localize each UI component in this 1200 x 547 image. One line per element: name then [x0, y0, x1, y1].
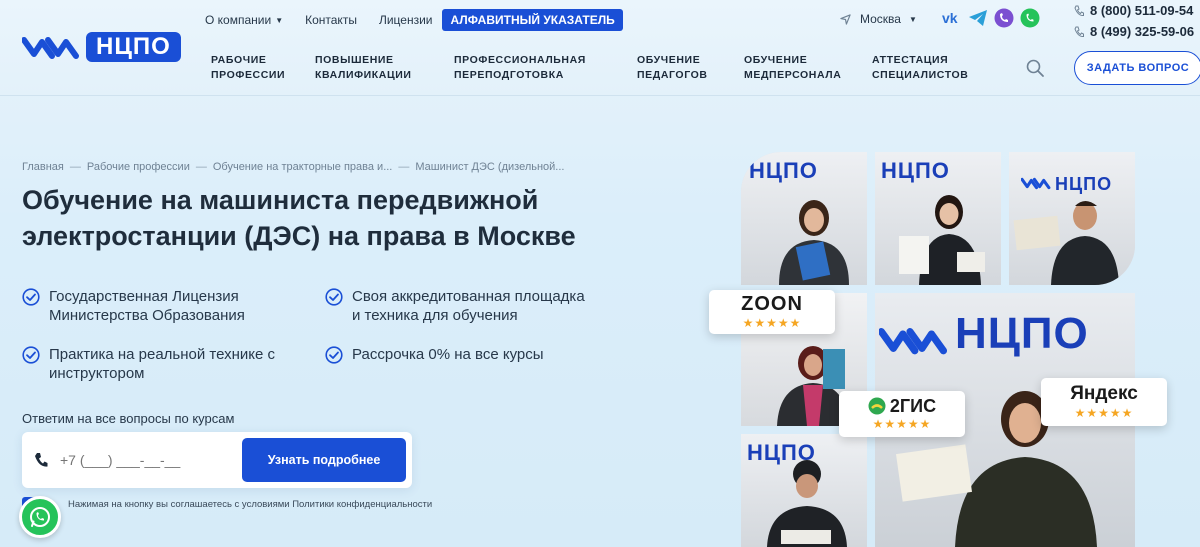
- social-links: vk: [942, 8, 1040, 28]
- telegram-icon[interactable]: [968, 8, 988, 28]
- 2gis-icon: [868, 397, 886, 415]
- breadcrumb-current: Машинист ДЭС (дизельной...: [415, 161, 565, 173]
- wall-logo: НЦПО: [955, 309, 1089, 358]
- breadcrumb-separator: —: [69, 161, 81, 173]
- consent-row: Нажимая на кнопку вы соглашаетесь с усло…: [22, 497, 432, 511]
- yandex-logo: Яндекс: [1070, 383, 1138, 404]
- svg-text:vk: vk: [942, 11, 958, 25]
- vk-icon[interactable]: vk: [942, 8, 962, 28]
- breadcrumb-separator: —: [398, 161, 410, 173]
- wall-logo: НЦПО: [881, 158, 950, 183]
- feature-item: Государственная Лицензия Министерства Об…: [22, 287, 245, 325]
- city-label: Москва: [860, 12, 901, 26]
- nav-contacts[interactable]: Контакты: [305, 13, 357, 27]
- main-nav-medical[interactable]: Обучение медперсонала: [744, 53, 872, 83]
- photo-student-2: НЦПО: [875, 152, 1001, 285]
- student-photo: [779, 200, 849, 285]
- rating-stars: ★★★★★: [872, 417, 932, 431]
- feature-item: Практика на реальной технике с инструкто…: [22, 345, 275, 383]
- student-photo: [767, 460, 847, 547]
- logo-text: НЦПО: [86, 32, 181, 62]
- breadcrumb-working-professions[interactable]: Рабочие профессии: [87, 161, 190, 173]
- photo-student-3: НЦПО: [1009, 152, 1135, 285]
- location-arrow-icon: [840, 13, 851, 25]
- logo-mark-icon: [1021, 177, 1051, 190]
- phone-input[interactable]: [60, 448, 250, 472]
- phone-number-1: 8 (800) 511-09-54: [1090, 3, 1194, 18]
- check-circle-icon: [22, 346, 40, 364]
- city-selector[interactable]: Москва ▼: [840, 12, 917, 26]
- main-nav-qualification[interactable]: Повышение квалификации: [315, 53, 454, 83]
- site-logo[interactable]: НЦПО: [22, 30, 182, 64]
- 2gis-rating-badge[interactable]: 2ГИС ★★★★★: [839, 391, 965, 437]
- main-nav: Рабочие профессии Повышение квалификации…: [211, 52, 982, 84]
- wall-logo: НЦПО: [749, 158, 818, 183]
- breadcrumb-separator: —: [195, 161, 207, 173]
- chevron-down-icon: ▼: [275, 15, 284, 25]
- main-nav-retraining[interactable]: Профессиональная переподготовка: [454, 53, 637, 83]
- feature-item: Своя аккредитованная площадка и техника …: [325, 287, 585, 325]
- phone-numbers: 8 (800) 511-09-54 8 (499) 325-59-06: [1074, 0, 1194, 42]
- check-circle-icon: [325, 288, 343, 306]
- zoon-rating-badge[interactable]: ZOON ★★★★★: [709, 290, 835, 334]
- page-title: Обучение на машиниста передвижной электр…: [22, 185, 576, 251]
- student-photo: [1013, 201, 1119, 285]
- phone-link-1[interactable]: 8 (800) 511-09-54: [1074, 0, 1194, 21]
- learn-more-button[interactable]: Узнать подробнее: [242, 438, 406, 482]
- nav-about-label: О компании: [205, 13, 272, 27]
- breadcrumb-home[interactable]: Главная: [22, 161, 64, 173]
- whatsapp-float-button[interactable]: [19, 496, 61, 538]
- 2gis-label: 2ГИС: [889, 396, 937, 416]
- breadcrumb: Главная — Рабочие профессии — Обучение н…: [22, 161, 564, 173]
- yandex-rating-badge[interactable]: Яндекс ★★★★★: [1041, 378, 1167, 426]
- check-circle-icon: [325, 346, 343, 364]
- main-nav-working-professions[interactable]: Рабочие профессии: [211, 53, 315, 83]
- phone-icon: [1074, 5, 1084, 16]
- nav-about[interactable]: О компании ▼: [205, 13, 283, 27]
- feature-text: Рассрочка 0% на все курсы: [352, 346, 544, 363]
- student-photo: [899, 195, 985, 285]
- rating-stars: ★★★★★: [1074, 406, 1134, 420]
- feature-text: Практика на реальной технике с инструкто…: [49, 346, 276, 382]
- phone-link-2[interactable]: 8 (499) 325-59-06: [1074, 21, 1194, 42]
- feature-item: Рассрочка 0% на все курсы: [325, 345, 544, 364]
- photo-student-6: НЦПО: [741, 434, 867, 547]
- whatsapp-icon: [30, 507, 50, 527]
- check-circle-icon: [22, 288, 40, 306]
- ask-question-button[interactable]: ЗАДАТЬ ВОПРОС: [1074, 51, 1200, 85]
- top-nav: О компании ▼ Контакты Лицензии АЛФАВИТНЫ…: [205, 9, 623, 31]
- zoon-logo: ZOON: [741, 293, 803, 315]
- nav-alphabet-index[interactable]: АЛФАВИТНЫЙ УКАЗАТЕЛЬ: [442, 9, 623, 31]
- nav-licenses[interactable]: Лицензии: [379, 13, 433, 27]
- feature-text: Своя аккредитованная площадка и техника …: [352, 288, 585, 324]
- callback-form: Узнать подробнее: [22, 432, 412, 488]
- breadcrumb-tractor-license[interactable]: Обучение на тракторные права и...: [213, 161, 393, 173]
- 2gis-logo: 2ГИС: [868, 397, 936, 415]
- main-nav-teachers[interactable]: Обучение педагогов: [637, 53, 744, 83]
- form-title: Ответим на все вопросы по курсам: [22, 411, 235, 426]
- consent-text: Нажимая на кнопку вы соглашаетесь с усло…: [68, 498, 433, 510]
- viber-icon[interactable]: [994, 8, 1014, 28]
- photo-student-1: НЦПО: [741, 152, 867, 285]
- logo-mark-icon: [22, 37, 79, 59]
- phone-number-2: 8 (499) 325-59-06: [1090, 24, 1195, 39]
- search-icon[interactable]: [1025, 58, 1045, 78]
- feature-text: Государственная Лицензия Министерства Об…: [49, 288, 245, 324]
- site-header: НЦПО О компании ▼ Контакты Лицензии АЛФА…: [0, 0, 1200, 96]
- phone-icon: [35, 453, 48, 467]
- main-nav-certification[interactable]: Аттестация специалистов: [872, 53, 982, 83]
- chevron-down-icon: ▼: [908, 14, 917, 24]
- phone-icon: [1074, 26, 1084, 37]
- logo-mark-icon: [879, 328, 948, 355]
- whatsapp-icon[interactable]: [1020, 8, 1040, 28]
- rating-stars: ★★★★★: [742, 316, 802, 330]
